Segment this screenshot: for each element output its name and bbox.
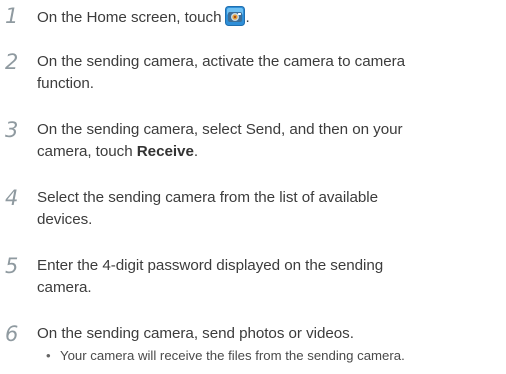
step-text: On the sending camera, activate the came…	[37, 51, 503, 95]
bullet: •	[46, 348, 51, 363]
step-text-line: On the sending camera, activate the came…	[37, 53, 405, 70]
step-number: 6	[5, 322, 19, 346]
step-text-line: Select the sending camera from the list …	[37, 189, 378, 206]
step-number: 4	[5, 186, 19, 210]
step-subnote: • Your camera will receive the files from…	[46, 347, 506, 365]
step-text-line: On the sending camera, select Send, and …	[37, 121, 403, 138]
step-text-line: On the Home screen, touch	[37, 9, 222, 26]
subnote-text: Your camera will receive the files from …	[60, 348, 405, 363]
step-number: 5	[5, 254, 19, 278]
step-text: On the Home screen, touch .	[37, 6, 503, 29]
receive-label: Receive	[136, 143, 194, 160]
step-number: 3	[5, 118, 19, 142]
step-text: On the sending camera, select Send, and …	[37, 119, 503, 163]
step-text-line: function.	[37, 75, 94, 92]
step-text-line: devices.	[37, 211, 93, 228]
step-text-line: On the sending camera, send photos or vi…	[37, 325, 354, 342]
step-number: 1	[5, 4, 19, 28]
step-text: On the sending camera, send photos or vi…	[37, 323, 503, 345]
step-number: 2	[5, 50, 19, 74]
camera-app-icon	[225, 6, 246, 26]
step-text-line: camera, touch Receive.	[37, 141, 503, 163]
step-text-segment: camera, touch	[37, 143, 137, 160]
step-text: Select the sending camera from the list …	[37, 187, 503, 231]
step-text-line: Enter the 4-digit password displayed on …	[37, 257, 384, 274]
step-text-punct: .	[245, 9, 250, 26]
step-text-line: camera.	[37, 279, 92, 296]
step-text: Enter the 4-digit password displayed on …	[37, 255, 503, 299]
step-text-punct: .	[193, 143, 199, 160]
